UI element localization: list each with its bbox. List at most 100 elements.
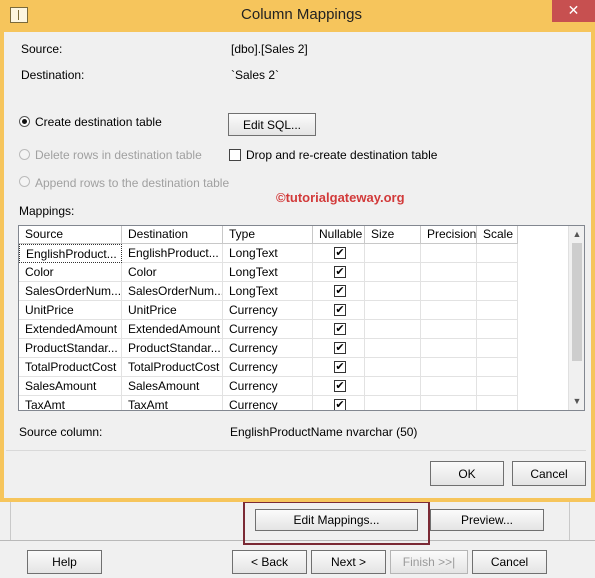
- col-header-precision[interactable]: Precision: [421, 226, 477, 244]
- table-row[interactable]: TotalProductCost TotalProductCost Currency…: [19, 358, 569, 377]
- cell-size[interactable]: [365, 377, 421, 396]
- table-row[interactable]: ExtendedAmount ExtendedAmount Currency ✔: [19, 320, 569, 339]
- cell-destination[interactable]: ExtendedAmount: [122, 320, 223, 339]
- cell-precision[interactable]: [421, 320, 477, 339]
- cell-source[interactable]: SalesOrderNum...: [19, 282, 122, 301]
- edit-sql-button[interactable]: Edit SQL...: [228, 113, 316, 136]
- cell-destination[interactable]: SalesAmount: [122, 377, 223, 396]
- cell-source[interactable]: TaxAmt: [19, 396, 122, 410]
- cell-scale[interactable]: [477, 301, 518, 320]
- preview-button[interactable]: Preview...: [430, 509, 544, 531]
- ok-button[interactable]: OK: [430, 461, 504, 486]
- cell-nullable[interactable]: ✔: [313, 396, 365, 410]
- cell-type[interactable]: Currency: [223, 358, 313, 377]
- nullable-checkbox[interactable]: ✔: [334, 304, 346, 316]
- cell-size[interactable]: [365, 339, 421, 358]
- cell-precision[interactable]: [421, 263, 477, 282]
- cell-nullable[interactable]: ✔: [313, 339, 365, 358]
- cell-destination[interactable]: EnglishProduct...: [122, 244, 223, 263]
- mappings-grid[interactable]: Source Destination Type Nullable Size Pr…: [18, 225, 585, 411]
- cell-destination[interactable]: Color: [122, 263, 223, 282]
- cell-source[interactable]: Color: [19, 263, 122, 282]
- col-header-nullable[interactable]: Nullable: [313, 226, 365, 244]
- cell-precision[interactable]: [421, 377, 477, 396]
- cell-size[interactable]: [365, 301, 421, 320]
- nullable-checkbox[interactable]: ✔: [334, 285, 346, 297]
- cell-scale[interactable]: [477, 358, 518, 377]
- cell-size[interactable]: [365, 320, 421, 339]
- cell-source[interactable]: ExtendedAmount: [19, 320, 122, 339]
- cell-nullable[interactable]: ✔: [313, 358, 365, 377]
- nullable-checkbox[interactable]: ✔: [334, 342, 346, 354]
- cell-type[interactable]: LongText: [223, 263, 313, 282]
- append-rows-radio[interactable]: [19, 176, 30, 187]
- cell-nullable[interactable]: ✔: [313, 320, 365, 339]
- append-rows-label[interactable]: Append rows to the destination table: [35, 176, 229, 190]
- cell-destination[interactable]: ProductStandar...: [122, 339, 223, 358]
- cell-source[interactable]: SalesAmount: [19, 377, 122, 396]
- cell-scale[interactable]: [477, 244, 518, 263]
- cell-nullable[interactable]: ✔: [313, 301, 365, 320]
- col-header-source[interactable]: Source: [19, 226, 122, 244]
- nullable-checkbox[interactable]: ✔: [334, 247, 346, 259]
- cell-destination[interactable]: UnitPrice: [122, 301, 223, 320]
- drop-recreate-checkbox[interactable]: [229, 149, 241, 161]
- cell-source[interactable]: TotalProductCost: [19, 358, 122, 377]
- back-button[interactable]: < Back: [232, 550, 307, 574]
- table-row[interactable]: SalesAmount SalesAmount Currency ✔: [19, 377, 569, 396]
- cell-nullable[interactable]: ✔: [313, 282, 365, 301]
- cell-size[interactable]: [365, 244, 421, 263]
- nullable-checkbox[interactable]: ✔: [334, 399, 346, 410]
- wizard-cancel-button[interactable]: Cancel: [472, 550, 547, 574]
- cell-source[interactable]: UnitPrice: [19, 301, 122, 320]
- cell-destination[interactable]: TotalProductCost: [122, 358, 223, 377]
- col-header-destination[interactable]: Destination: [122, 226, 223, 244]
- cell-type[interactable]: LongText: [223, 282, 313, 301]
- scroll-up-icon[interactable]: ▲: [569, 226, 584, 242]
- cell-size[interactable]: [365, 282, 421, 301]
- cell-scale[interactable]: [477, 282, 518, 301]
- scroll-down-icon[interactable]: ▼: [569, 393, 584, 409]
- create-table-label[interactable]: Create destination table: [35, 115, 162, 129]
- cell-type[interactable]: Currency: [223, 320, 313, 339]
- cell-type[interactable]: Currency: [223, 377, 313, 396]
- help-button[interactable]: Help: [27, 550, 102, 574]
- cell-size[interactable]: [365, 358, 421, 377]
- cell-destination[interactable]: SalesOrderNum...: [122, 282, 223, 301]
- nullable-checkbox[interactable]: ✔: [334, 380, 346, 392]
- cell-nullable[interactable]: ✔: [313, 263, 365, 282]
- cell-scale[interactable]: [477, 377, 518, 396]
- cell-scale[interactable]: [477, 339, 518, 358]
- cell-precision[interactable]: [421, 339, 477, 358]
- col-header-scale[interactable]: Scale: [477, 226, 518, 244]
- cell-type[interactable]: Currency: [223, 396, 313, 410]
- cell-scale[interactable]: [477, 396, 518, 410]
- nullable-checkbox[interactable]: ✔: [334, 323, 346, 335]
- cell-size[interactable]: [365, 263, 421, 282]
- cell-precision[interactable]: [421, 301, 477, 320]
- col-header-size[interactable]: Size: [365, 226, 421, 244]
- cell-scale[interactable]: [477, 263, 518, 282]
- next-button[interactable]: Next >: [311, 550, 386, 574]
- delete-rows-label[interactable]: Delete rows in destination table: [35, 148, 202, 162]
- cell-nullable[interactable]: ✔: [313, 244, 365, 263]
- scroll-thumb[interactable]: [572, 243, 582, 361]
- cell-size[interactable]: [365, 396, 421, 410]
- table-row[interactable]: Color Color LongText ✔: [19, 263, 569, 282]
- col-header-type[interactable]: Type: [223, 226, 313, 244]
- cell-type[interactable]: Currency: [223, 301, 313, 320]
- cancel-button[interactable]: Cancel: [512, 461, 586, 486]
- table-row[interactable]: EnglishProduct... EnglishProduct... LongTe…: [19, 244, 569, 263]
- cell-precision[interactable]: [421, 244, 477, 263]
- table-row[interactable]: SalesOrderNum... SalesOrderNum... LongText…: [19, 282, 569, 301]
- drop-recreate-label[interactable]: Drop and re-create destination table: [246, 148, 437, 162]
- cell-nullable[interactable]: ✔: [313, 377, 365, 396]
- cell-type[interactable]: Currency: [223, 339, 313, 358]
- grid-scrollbar[interactable]: ▲ ▼: [568, 226, 584, 410]
- table-row[interactable]: UnitPrice UnitPrice Currency ✔: [19, 301, 569, 320]
- table-row[interactable]: ProductStandar... ProductStandar... Curren…: [19, 339, 569, 358]
- close-icon[interactable]: ✕: [552, 0, 595, 22]
- nullable-checkbox[interactable]: ✔: [334, 266, 346, 278]
- cell-precision[interactable]: [421, 282, 477, 301]
- cell-precision[interactable]: [421, 358, 477, 377]
